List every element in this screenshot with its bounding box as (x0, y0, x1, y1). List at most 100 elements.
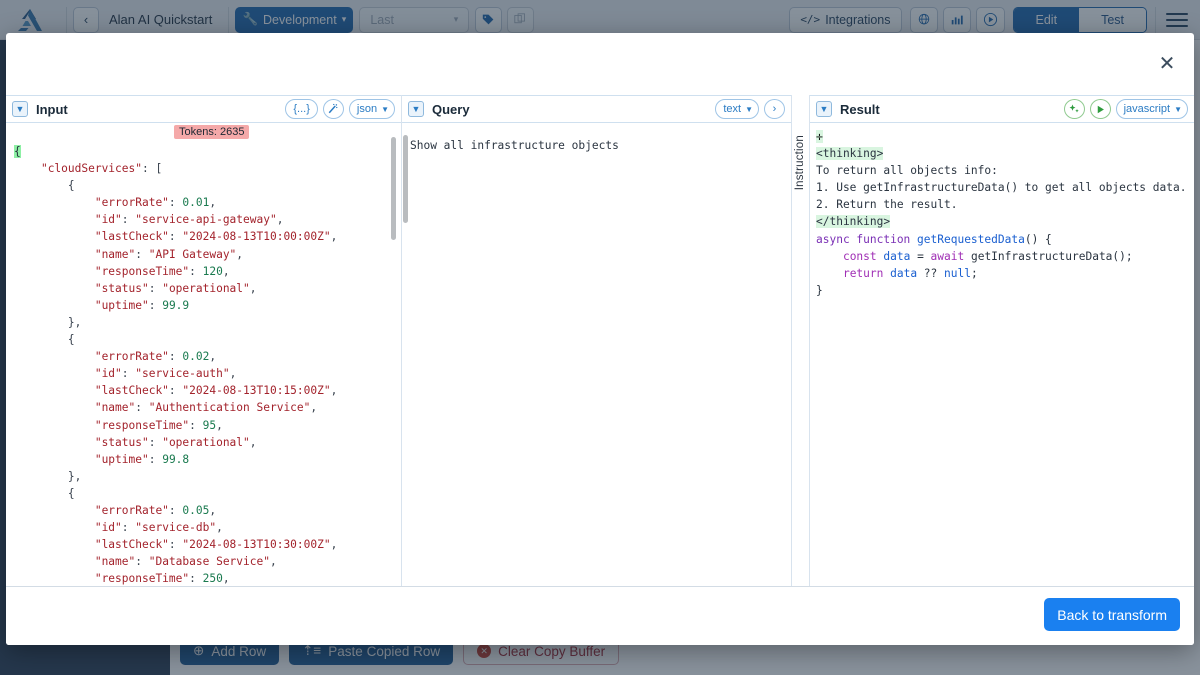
code-token: data (890, 267, 917, 280)
code-token (816, 250, 843, 263)
code-line: <thinking> (816, 145, 1186, 162)
code-line: "name": "Authentication Service", (14, 399, 337, 416)
query-panel-header: ▼ Query text ▼ › (402, 95, 791, 123)
result-editor[interactable]: ✛<thinking>To return all objects info:1.… (810, 123, 1194, 645)
code-token: "service-db" (135, 521, 216, 534)
code-token: "service-auth" (135, 367, 229, 380)
code-token (14, 521, 95, 534)
code-line: "responseTime": 95, (14, 417, 337, 434)
code-token: "name" (95, 555, 135, 568)
code-token: "errorRate" (95, 350, 169, 363)
code-token: "Database Service" (149, 555, 270, 568)
instruction-rail[interactable]: Instruction (792, 95, 810, 645)
code-token: , (223, 265, 230, 278)
code-token: , (331, 230, 338, 243)
query-expand-button[interactable]: › (764, 99, 785, 119)
magic-wand-icon (327, 103, 339, 115)
code-line: "status": "operational", (14, 434, 337, 451)
transform-modal: ✕ ▼ Input {...} json (6, 33, 1194, 645)
result-language-selector[interactable]: javascript ▼ (1116, 99, 1188, 119)
code-token: "lastCheck" (95, 538, 169, 551)
input-panel-header: ▼ Input {...} json ▼ (6, 95, 401, 123)
code-token: "errorRate" (95, 196, 169, 209)
code-token: , (236, 248, 243, 261)
ellipsis-brackets-button[interactable]: {...} (285, 99, 318, 119)
code-token: </thinking> (816, 215, 890, 228)
code-token: : (169, 350, 182, 363)
code-token: 250 (203, 572, 223, 585)
result-run-button[interactable] (1090, 99, 1111, 119)
chevron-down-icon[interactable]: ▼ (12, 101, 28, 117)
query-scrollbar[interactable] (403, 135, 408, 223)
code-token: "id" (95, 367, 122, 380)
code-token: : (169, 504, 182, 517)
code-line: } (816, 282, 1186, 299)
code-token (14, 555, 95, 568)
code-line: "lastCheck": "2024-08-13T10:15:00Z", (14, 382, 337, 399)
input-panel-title: Input (36, 102, 68, 117)
code-token: 0.01 (182, 196, 209, 209)
code-token: , (216, 521, 223, 534)
code-token: { (14, 145, 21, 158)
code-line: "name": "API Gateway", (14, 246, 337, 263)
chevron-down-icon[interactable]: ▼ (816, 101, 832, 117)
code-token: { (14, 333, 75, 346)
code-token: }, (14, 316, 81, 329)
instruction-rail-label: Instruction (794, 135, 806, 190)
chevron-right-icon: › (773, 103, 777, 115)
code-line: 1. Use getInfrastructureData() to get al… (816, 179, 1186, 196)
code-token: 2. Return the result. (816, 198, 957, 211)
code-token: "lastCheck" (95, 230, 169, 243)
code-token: () { (1025, 233, 1052, 246)
query-format-selector[interactable]: text ▼ (715, 99, 759, 119)
code-token: "operational" (162, 282, 250, 295)
code-token (14, 282, 95, 295)
back-to-transform-button[interactable]: Back to transform (1044, 598, 1180, 631)
chevron-down-icon: ▼ (1174, 105, 1182, 114)
code-token: 0.02 (182, 350, 209, 363)
code-token: 1. Use getInfrastructureData() to get al… (816, 181, 1186, 194)
code-token: "2024-08-13T10:30:00Z" (182, 538, 330, 551)
code-line: To return all objects info: (816, 162, 1186, 179)
code-token (14, 572, 95, 585)
code-token: 99.9 (162, 299, 189, 312)
code-token: { (14, 179, 75, 192)
code-token (14, 162, 41, 175)
result-language-label: javascript (1124, 103, 1170, 115)
close-icon[interactable]: ✕ (1154, 51, 1180, 77)
input-format-selector[interactable]: json ▼ (349, 99, 395, 119)
code-token: : (189, 572, 202, 585)
code-token: 120 (203, 265, 223, 278)
code-token: , (209, 504, 216, 517)
chevron-down-icon[interactable]: ▼ (408, 101, 424, 117)
code-line: "lastCheck": "2024-08-13T10:00:00Z", (14, 228, 337, 245)
code-line: return data ?? null; (816, 265, 1186, 282)
code-token: "2024-08-13T10:15:00Z" (182, 384, 330, 397)
code-token: , (331, 538, 338, 551)
input-editor[interactable]: Tokens: 2635 { "cloudServices": [ { "err… (6, 123, 401, 645)
code-token: : (169, 196, 182, 209)
code-token: , (250, 282, 257, 295)
code-token: To return all objects info: (816, 164, 998, 177)
code-token: "name" (95, 248, 135, 261)
code-token: , (250, 436, 257, 449)
code-token: "2024-08-13T10:00:00Z" (182, 230, 330, 243)
result-panel-header: ▼ Result javascript ▼ (810, 95, 1194, 123)
code-token: : (149, 282, 162, 295)
code-token: : (169, 538, 182, 551)
result-panel-title: Result (840, 102, 880, 117)
code-token: getInfrastructureData(); (971, 250, 1133, 263)
code-line: { (14, 177, 337, 194)
query-editor[interactable]: Show all infrastructure objects (402, 123, 791, 645)
code-line: 2. Return the result. (816, 196, 1186, 213)
result-sparkle-button[interactable] (1064, 99, 1085, 119)
code-token: , (230, 367, 237, 380)
code-line: }, (14, 314, 337, 331)
code-token: , (209, 196, 216, 209)
code-token: async function (816, 233, 917, 246)
code-line: </thinking> (816, 213, 1186, 230)
code-line: }, (14, 468, 337, 485)
magic-wand-button[interactable] (323, 99, 344, 119)
code-token (14, 299, 95, 312)
input-scrollbar[interactable] (391, 137, 396, 240)
